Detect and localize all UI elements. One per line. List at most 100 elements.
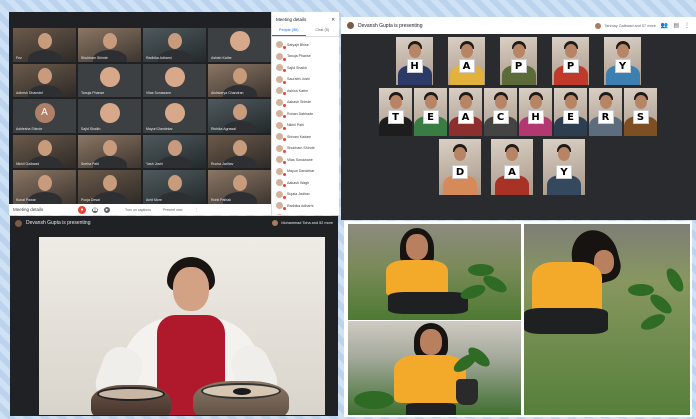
participant-name: Shubham Shinde [81,55,108,60]
list-item[interactable]: Ashish Kathe [272,85,339,97]
person-name: Mayuri Dandekar [287,169,315,174]
participant-name: Radhika Adharni [146,55,172,60]
participant-tile[interactable]: Adhesh Dhamdel [13,63,76,98]
list-item[interactable]: Rohan Dabhade [272,108,339,120]
participant-tile[interactable]: A Ashlesha Shinde [13,99,76,133]
more-icon[interactable]: ⋮ [684,22,690,29]
planting-photo-2 [348,321,521,415]
participant-avatar [164,67,185,88]
participant-name: Rishika Agrawal [211,126,236,131]
tabla-drum-right [193,381,289,415]
chat-icon[interactable]: ▤ [673,22,679,29]
camera-icon[interactable]: ▸ [104,206,110,213]
list-item[interactable]: Shivani Kadam [272,131,339,143]
person-name: Satyajit Bhise [287,42,309,47]
planting-photo-collage [344,221,692,417]
letter-tile: P [500,37,537,85]
meeting-details-button[interactable]: Meeting details [13,207,75,212]
people-icon[interactable]: 👥 [661,22,668,29]
person-avatar [276,98,286,107]
participant-avatar [164,102,185,123]
participant-tile[interactable]: Amit More [143,170,206,204]
participant-tile[interactable]: Aishwarya Chandran [208,63,271,98]
participant-avatar [99,67,120,88]
list-item[interactable]: Sajid Shaikh [272,62,339,74]
list-item[interactable]: Saurabh Joshi [272,74,339,86]
letter-tile: D [439,139,481,195]
list-item[interactable]: Nikhil Patil [272,120,339,132]
end-call-icon[interactable]: ☎ [92,206,98,213]
participant-tile[interactable]: Nikhil Gaikwad [13,134,76,169]
participant-tile[interactable]: Yash Joshi [143,134,206,169]
face [558,146,570,161]
letter-tile: H [396,37,433,85]
close-icon[interactable]: ✕ [331,17,335,23]
tab-chat[interactable]: Chat (5) [306,25,340,36]
list-item[interactable]: Sujata Jadhav [272,189,339,201]
participant-name: Adhesh Dhamdel [16,91,43,96]
participant-tile[interactable]: Mayuri Dandekar [143,99,206,133]
participant-name: Sajid Shaikh [81,126,101,131]
person-name: Vilas Sonawane [287,157,313,162]
presenter-avatar [15,219,22,227]
participant-tile[interactable]: Tanuja Phanse [78,63,141,98]
participant-avatar [99,102,120,123]
participant-tile[interactable]: Sneha Patil [78,134,141,169]
participant-tile[interactable]: Radhika Adharni [143,28,206,62]
letter-card: A [457,110,474,124]
face [424,94,437,109]
list-item[interactable]: Aakash Wagh [272,177,339,189]
list-item[interactable]: Tanuja Phanse [272,51,339,63]
participant-tile[interactable]: Kunal Pawar [13,170,76,204]
participant-video [157,191,192,204]
more-vert-icon[interactable]: ⋮ [194,208,198,212]
participant-face [102,32,117,49]
participant-tile[interactable]: Shubham Shinde [78,28,141,62]
person-name: Tanuja Phanse [287,54,311,59]
list-item[interactable]: Aakash Shinde [272,97,339,109]
participant-face [37,32,52,49]
participant-avatar [595,22,602,29]
face [564,94,577,109]
participant-tile[interactable]: Rohit Pathak [208,170,271,204]
participant-name: Rucha Jadhav [211,162,234,167]
list-item[interactable]: Satyajit Bhise [272,39,339,51]
list-item[interactable]: Radhika Adharni [272,200,339,212]
mic-off-icon[interactable]: ● [78,205,86,214]
list-item[interactable]: Shubham Shinde [272,143,339,155]
participant-face [167,139,182,156]
letter-tile: H [519,88,552,136]
participant-tile[interactable]: Vilas Sonawane [143,63,206,98]
participant-tile[interactable]: Sajid Shaikh [78,99,141,133]
letter-card: A [458,59,475,73]
participant-tile[interactable]: Fez [13,28,76,62]
participant-avatar: A [34,102,55,123]
planting-photo-1 [348,224,521,320]
participant-face [232,68,247,85]
letter-tile: P [552,37,589,85]
participant-avatar [272,220,279,226]
person-name: Sujata Jadhav [287,192,310,197]
participant-name: Kunal Pawar [16,197,36,202]
participant-name: Amit More [146,197,162,202]
tab-people[interactable]: People (56) [272,25,306,36]
participant-tile[interactable]: Rucha Jadhav [208,134,271,169]
side-panel-tabs: People (56) Chat (5) [272,25,339,37]
participant-name: Aishwarya Chandran [211,91,244,96]
list-item[interactable]: Vilas Sonawane [272,154,339,166]
participant-tile[interactable]: Rishika Agrawal [208,99,271,133]
participant-name: Tanuja Phanse [81,91,105,96]
list-item[interactable]: Mayuri Dandekar [272,166,339,178]
letter-card: D [452,165,468,179]
captions-button[interactable]: Turn on captions [125,208,151,212]
letter-tile: Y [543,139,585,195]
person-avatar [276,64,286,73]
present-now-button[interactable]: Present now [163,208,182,212]
letter-tile: Y [604,37,641,85]
participant-face [37,175,52,192]
participant-tile[interactable]: Pooja Desai [78,170,141,204]
list-item[interactable]: Amol Shirke [272,212,339,215]
presenting-text: Devansh Gupta is presenting [26,220,91,226]
participant-tile[interactable]: Ashish Kathe [208,28,271,62]
person-name: Saurabh Joshi [287,77,310,82]
